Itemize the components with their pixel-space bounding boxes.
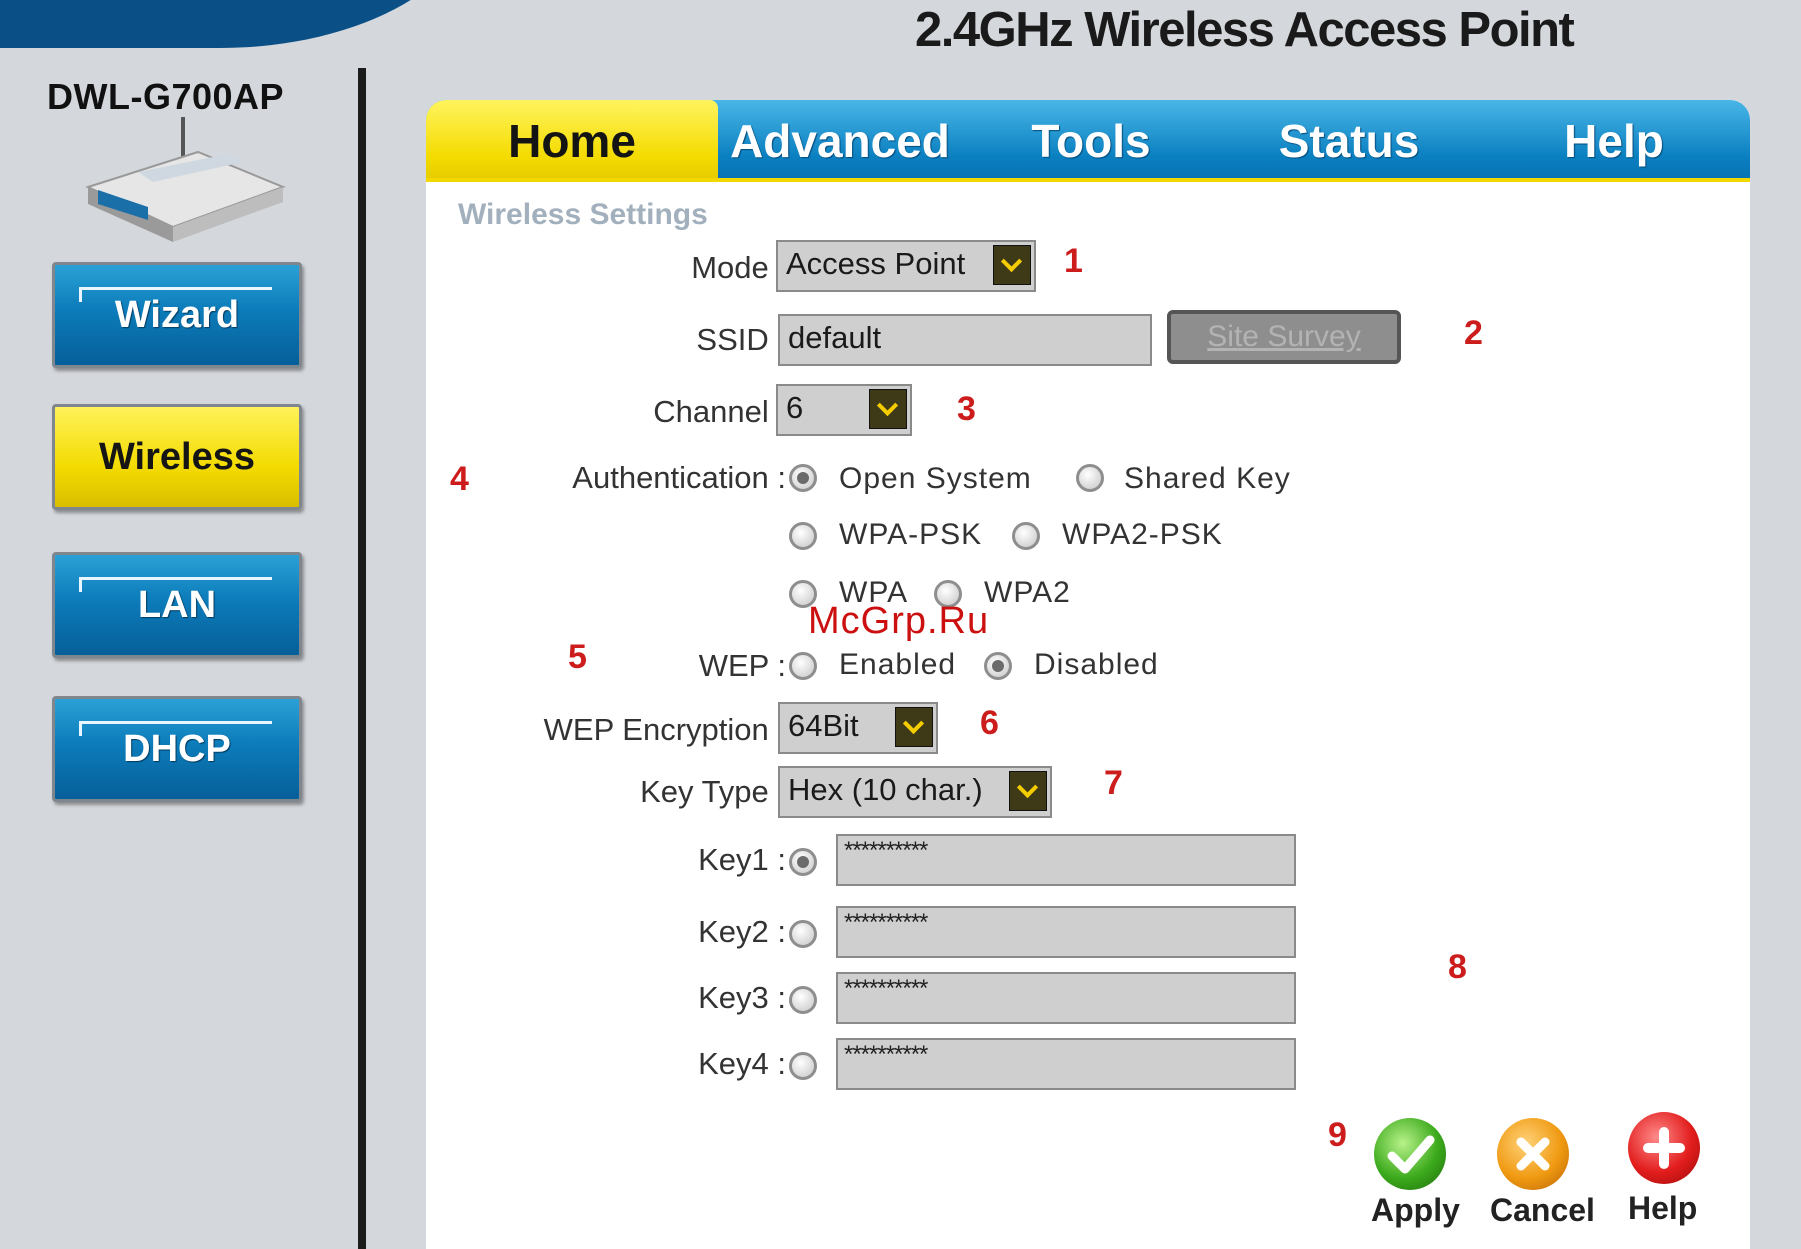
sidebar-button-lan[interactable]: LAN [52,552,302,658]
cancel-button[interactable]: Cancel [1490,1192,1595,1229]
header-banner [0,0,480,48]
mode-value: Access Point [786,246,966,281]
annotation-3: 3 [957,390,976,428]
key4-radio[interactable] [789,1052,817,1080]
auth-shared-key-label: Shared Key [1124,462,1291,495]
wep-disabled-label: Disabled [1034,648,1159,681]
help-plus-icon[interactable] [1628,1112,1700,1184]
tab-tools[interactable]: Tools [962,100,1220,182]
key3-radio[interactable] [789,986,817,1014]
channel-select[interactable]: 6 [776,384,912,436]
key3-input[interactable]: ********** [836,972,1296,1024]
mode-label: Mode : [691,250,786,285]
key3-label: Key3 : [698,980,786,1015]
annotation-6: 6 [980,704,999,742]
auth-wpa2-label: WPA2 [984,576,1071,609]
key2-label: Key2 : [698,914,786,949]
authentication-label: Authentication : [572,460,786,495]
section-title: Wireless Settings [458,198,708,231]
auth-wpa-psk-label: WPA-PSK [839,518,983,551]
key1-input[interactable]: ********** [836,834,1296,886]
apply-checkmark-icon[interactable] [1374,1118,1446,1190]
apply-button[interactable]: Apply [1371,1192,1460,1229]
key-type-value: Hex (10 char.) [788,772,983,807]
auth-shared-key-radio[interactable] [1076,464,1104,492]
chevron-down-icon [869,389,907,429]
annotation-9: 9 [1328,1116,1347,1154]
annotation-8: 8 [1448,948,1467,986]
auth-open-system-label: Open System [839,462,1032,495]
annotation-4: 4 [450,460,469,498]
wep-enabled-label: Enabled [839,648,957,681]
chevron-down-icon [895,707,933,747]
sidebar-button-wireless[interactable]: Wireless [52,404,302,510]
ssid-input[interactable]: default [778,314,1152,366]
site-survey-button[interactable]: Site Survey [1167,310,1401,364]
wep-encryption-select[interactable]: 64Bit [778,702,938,754]
key-type-label: Key Type : [640,774,786,809]
key2-input[interactable]: ********** [836,906,1296,958]
key1-label: Key1 : [698,842,786,877]
auth-wpa2-psk-label: WPA2-PSK [1062,518,1223,551]
key-type-select[interactable]: Hex (10 char.) [778,766,1052,818]
wep-label: WEP : [698,648,786,683]
auth-open-system-radio[interactable] [789,464,817,492]
tab-bar: Home Advanced Tools Status Help [426,100,1750,182]
product-title: 2.4GHz Wireless Access Point [915,3,1575,57]
chevron-down-icon [1009,771,1047,811]
tab-advanced[interactable]: Advanced [718,100,962,182]
auth-wpa-psk-radio[interactable] [789,522,817,550]
annotation-2: 2 [1464,314,1483,352]
help-button[interactable]: Help [1628,1190,1697,1227]
key4-label: Key4 : [698,1046,786,1081]
main-panel: Home Advanced Tools Status Help Wireless… [426,100,1750,1249]
tab-help[interactable]: Help [1478,100,1750,182]
watermark-text: McGrp.Ru [808,600,990,642]
ssid-label: SSID : [696,322,786,357]
mode-select[interactable]: Access Point [776,240,1036,292]
wep-enabled-radio[interactable] [789,652,817,680]
annotation-7: 7 [1104,764,1123,802]
tab-home[interactable]: Home [426,100,718,182]
cancel-x-icon[interactable] [1497,1118,1569,1190]
wep-encryption-label: WEP Encryption : [543,712,786,747]
auth-wpa2-psk-radio[interactable] [1012,522,1040,550]
wep-encryption-value: 64Bit [788,708,859,743]
key1-radio[interactable] [789,848,817,876]
wep-disabled-radio[interactable] [984,652,1012,680]
sidebar-button-dhcp[interactable]: DHCP [52,696,302,802]
channel-label: Channel : [653,394,786,429]
key2-radio[interactable] [789,920,817,948]
annotation-1: 1 [1064,242,1083,280]
sidebar-divider [358,68,366,1249]
channel-value: 6 [786,390,804,425]
access-point-device-image [85,117,286,242]
tab-underline [426,178,1750,182]
key4-input[interactable]: ********** [836,1038,1296,1090]
sidebar-button-wizard[interactable]: Wizard [52,262,302,368]
tab-status[interactable]: Status [1220,100,1478,182]
chevron-down-icon [993,245,1031,285]
